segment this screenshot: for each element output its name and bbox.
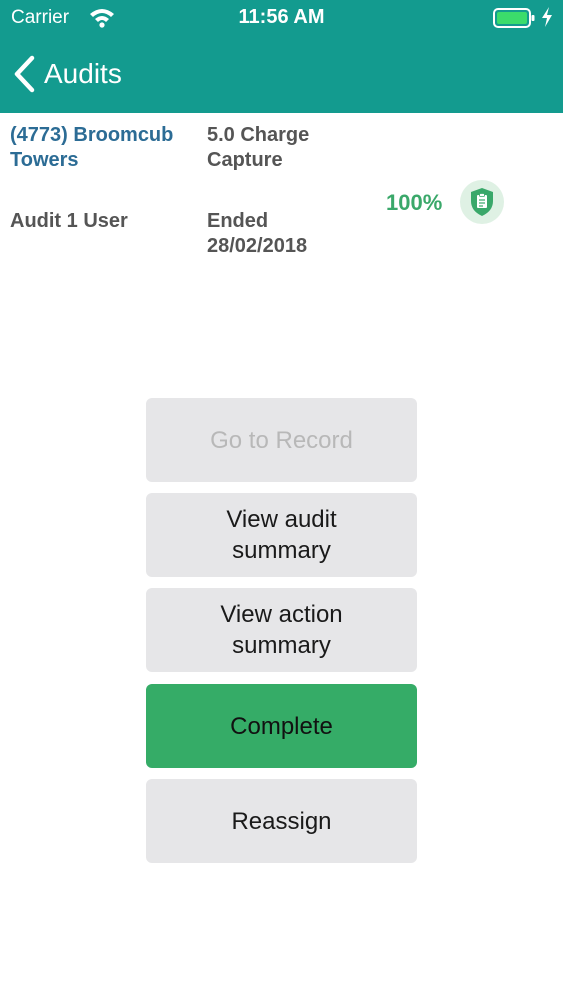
complete-button[interactable]: Complete (146, 684, 417, 768)
back-button[interactable]: Audits (12, 54, 122, 94)
audit-status: Ended 28/02/2018 (207, 210, 308, 257)
audit-score: 100% (386, 190, 443, 215)
charging-icon (542, 7, 552, 27)
audit-type: 5.0 Charge Capture (207, 124, 310, 171)
battery-icon (493, 8, 535, 28)
status-bar: Carrier 11:56 AM (0, 0, 563, 38)
back-button-label: Audits (44, 58, 122, 89)
shield-clipboard-icon (471, 188, 493, 216)
score-badge (460, 180, 504, 224)
audit-info: (4773) Broomcub Towers 5.0 Charge Captur… (0, 113, 563, 273)
view-audit-summary-button[interactable]: View audit summary (146, 493, 417, 577)
go-to-record-button[interactable]: Go to Record (146, 398, 417, 482)
navigation-header: Carrier 11:56 AM Audits (0, 0, 563, 113)
clock: 11:56 AM (238, 6, 325, 28)
chevron-left-icon (14, 55, 35, 93)
view-action-summary-button[interactable]: View action summary (146, 588, 417, 672)
reassign-button[interactable]: Reassign (146, 779, 417, 863)
site-name: (4773) Broomcub Towers (10, 124, 174, 171)
audit-user: Audit 1 User (10, 210, 128, 232)
